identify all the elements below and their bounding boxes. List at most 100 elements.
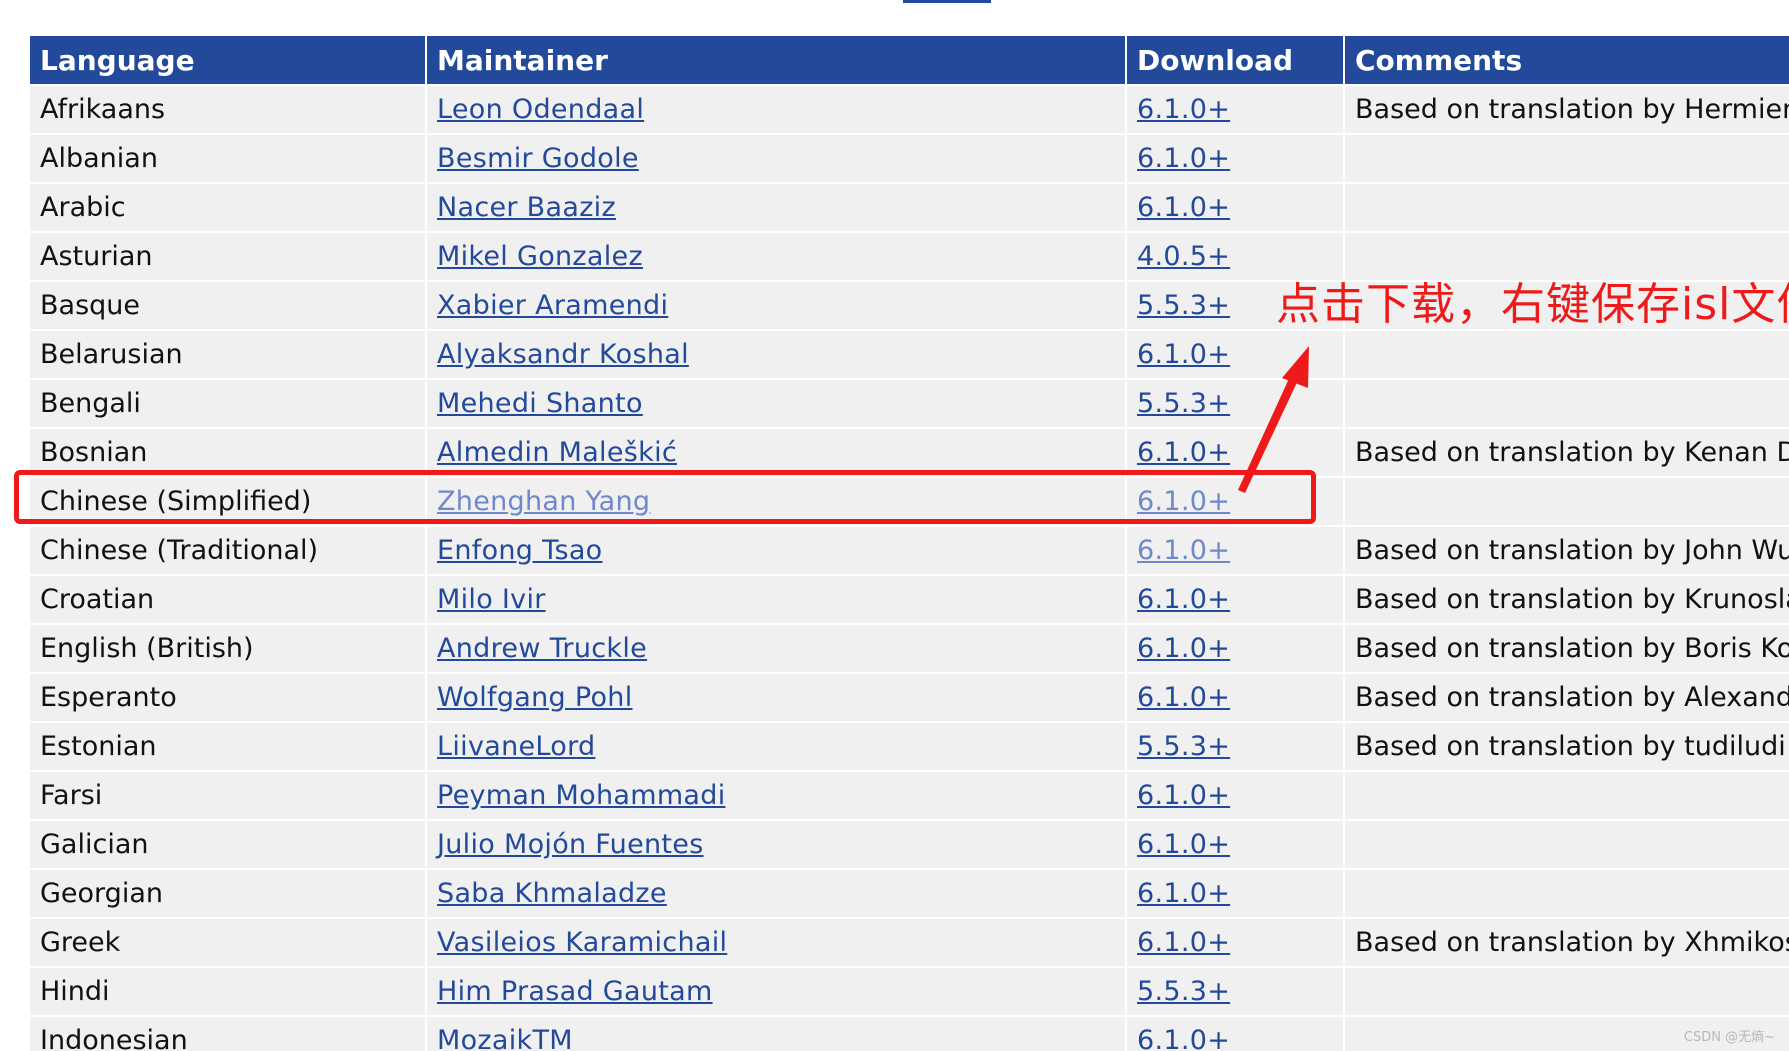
maintainer-link[interactable]: Julio Mojón Fuentes <box>437 829 704 860</box>
language-cell: Basque <box>30 280 427 330</box>
annotation-text: 点击下载，右键保存isl文件 <box>1276 279 1789 330</box>
download-link[interactable]: 6.1.0+ <box>1137 878 1230 909</box>
download-link[interactable]: 6.1.0+ <box>1137 829 1230 860</box>
maintainer-link[interactable]: Zhenghan Yang <box>437 486 650 517</box>
maintainer-link[interactable]: LiivaneLord <box>437 731 595 762</box>
translations-table: Language Maintainer Download Comments Af… <box>30 36 1789 1051</box>
download-link[interactable]: 6.1.0+ <box>1137 682 1230 713</box>
header-comments: Comments <box>1344 36 1789 85</box>
maintainer-link[interactable]: Saba Khmaladze <box>437 878 667 909</box>
language-cell: Farsi <box>30 770 427 820</box>
table-row: Greek Vasileios Karamichail 6.1.0+ Based on… <box>30 917 1789 967</box>
comments-cell <box>1344 819 1789 869</box>
download-link[interactable]: 6.1.0+ <box>1137 927 1230 958</box>
language-cell: Galician <box>30 819 427 869</box>
maintainer-link[interactable]: Milo Ivir <box>437 584 546 615</box>
comments-cell: Based on translation by Krunosla <box>1344 574 1789 624</box>
language-cell: Albanian <box>30 133 427 183</box>
maintainer-cell: MozaikTM <box>426 1015 1127 1051</box>
language-cell: Chinese (Simplified) <box>30 476 427 526</box>
maintainer-link[interactable]: Alyaksandr Koshal <box>437 339 689 370</box>
download-cell: 6.1.0+ <box>1126 525 1345 575</box>
maintainer-link[interactable]: Xabier Aramendi <box>437 290 668 321</box>
table-row: Farsi Peyman Mohammadi 6.1.0+ <box>30 770 1789 820</box>
comments-cell <box>1344 770 1789 820</box>
maintainer-cell: Vasileios Karamichail <box>426 917 1127 967</box>
download-link[interactable]: 4.0.5+ <box>1137 241 1230 272</box>
table-row: Chinese (Traditional) Enfong Tsao 6.1.0+ Ba… <box>30 525 1789 575</box>
table-row: Estonian LiivaneLord 5.5.3+ Based on transl… <box>30 721 1789 771</box>
language-cell: Bosnian <box>30 427 427 477</box>
table-row: Georgian Saba Khmaladze 6.1.0+ <box>30 868 1789 918</box>
comments-cell: Based on translation by Alexande <box>1344 672 1789 722</box>
page: Language Maintainer Download Comments Af… <box>0 0 1789 1051</box>
maintainer-link[interactable]: MozaikTM <box>437 1025 573 1051</box>
download-cell: 6.1.0+ <box>1126 917 1345 967</box>
download-link[interactable]: 6.1.0+ <box>1137 486 1230 517</box>
maintainer-cell: Zhenghan Yang <box>426 476 1127 526</box>
table-row: Albanian Besmir Godole 6.1.0+ <box>30 133 1789 183</box>
download-link[interactable]: 5.5.3+ <box>1137 976 1230 1007</box>
maintainer-link[interactable]: Leon Odendaal <box>437 94 644 125</box>
maintainer-cell: Mehedi Shanto <box>426 378 1127 428</box>
maintainer-link[interactable]: Him Prasad Gautam <box>437 976 713 1007</box>
maintainer-link[interactable]: Wolfgang Pohl <box>437 682 633 713</box>
language-cell: Greek <box>30 917 427 967</box>
download-link[interactable]: 5.5.3+ <box>1137 388 1230 419</box>
download-link[interactable]: 6.1.0+ <box>1137 192 1230 223</box>
maintainer-cell: Nacer Baaziz <box>426 182 1127 232</box>
table-row: Belarusian Alyaksandr Koshal 6.1.0+ <box>30 329 1789 379</box>
language-cell: Arabic <box>30 182 427 232</box>
download-link[interactable]: 6.1.0+ <box>1137 584 1230 615</box>
download-link[interactable]: 6.1.0+ <box>1137 535 1230 566</box>
download-link[interactable]: 5.5.3+ <box>1137 731 1230 762</box>
maintainer-cell: Milo Ivir <box>426 574 1127 624</box>
language-cell: Estonian <box>30 721 427 771</box>
download-cell: 5.5.3+ <box>1126 721 1345 771</box>
language-cell: Chinese (Traditional) <box>30 525 427 575</box>
download-cell: 6.1.0+ <box>1126 868 1345 918</box>
comments-cell <box>1344 966 1789 1016</box>
download-cell: 5.5.3+ <box>1126 966 1345 1016</box>
comments-cell: Based on translation by Xhmikosi <box>1344 917 1789 967</box>
download-link[interactable]: 6.1.0+ <box>1137 1025 1230 1051</box>
maintainer-cell: Julio Mojón Fuentes <box>426 819 1127 869</box>
maintainer-link[interactable]: Nacer Baaziz <box>437 192 616 223</box>
table-row: Bengali Mehedi Shanto 5.5.3+ <box>30 378 1789 428</box>
download-cell: 5.5.3+ <box>1126 378 1345 428</box>
download-cell: 6.1.0+ <box>1126 427 1345 477</box>
maintainer-cell: Leon Odendaal <box>426 84 1127 134</box>
maintainer-link[interactable]: Mikel Gonzalez <box>437 241 643 272</box>
maintainer-link[interactable]: Enfong Tsao <box>437 535 603 566</box>
download-link[interactable]: 6.1.0+ <box>1137 633 1230 664</box>
maintainer-cell: Alyaksandr Koshal <box>426 329 1127 379</box>
maintainer-cell: Saba Khmaladze <box>426 868 1127 918</box>
download-link[interactable]: 6.1.0+ <box>1137 143 1230 174</box>
download-link[interactable]: 5.5.3+ <box>1137 290 1230 321</box>
download-cell: 6.1.0+ <box>1126 1015 1345 1051</box>
table-row: Esperanto Wolfgang Pohl 6.1.0+ Based on tra… <box>30 672 1789 722</box>
download-link[interactable]: 6.1.0+ <box>1137 94 1230 125</box>
top-tab-underline <box>903 0 991 3</box>
table-row: Chinese (Simplified) Zhenghan Yang 6.1.0+ <box>30 476 1789 526</box>
download-link[interactable]: 6.1.0+ <box>1137 437 1230 468</box>
maintainer-cell: Xabier Aramendi <box>426 280 1127 330</box>
download-cell: 6.1.0+ <box>1126 770 1345 820</box>
maintainer-link[interactable]: Peyman Mohammadi <box>437 780 726 811</box>
maintainer-link[interactable]: Almedin Maleškić <box>437 437 677 468</box>
table-row: Croatian Milo Ivir 6.1.0+ Based on translat… <box>30 574 1789 624</box>
comments-cell <box>1344 133 1789 183</box>
download-cell: 6.1.0+ <box>1126 329 1345 379</box>
table-row: Bosnian Almedin Maleškić 6.1.0+ Based on tr… <box>30 427 1789 477</box>
download-link[interactable]: 6.1.0+ <box>1137 339 1230 370</box>
maintainer-link[interactable]: Mehedi Shanto <box>437 388 643 419</box>
maintainer-cell: Almedin Maleškić <box>426 427 1127 477</box>
download-cell: 6.1.0+ <box>1126 476 1345 526</box>
maintainer-link[interactable]: Vasileios Karamichail <box>437 927 727 958</box>
header-download: Download <box>1126 36 1345 85</box>
watermark: CSDN @无熵~ <box>1683 1030 1775 1045</box>
maintainer-link[interactable]: Besmir Godole <box>437 143 639 174</box>
download-link[interactable]: 6.1.0+ <box>1137 780 1230 811</box>
maintainer-link[interactable]: Andrew Truckle <box>437 633 647 664</box>
comments-cell: Based on translation by Kenan Dc <box>1344 427 1789 477</box>
